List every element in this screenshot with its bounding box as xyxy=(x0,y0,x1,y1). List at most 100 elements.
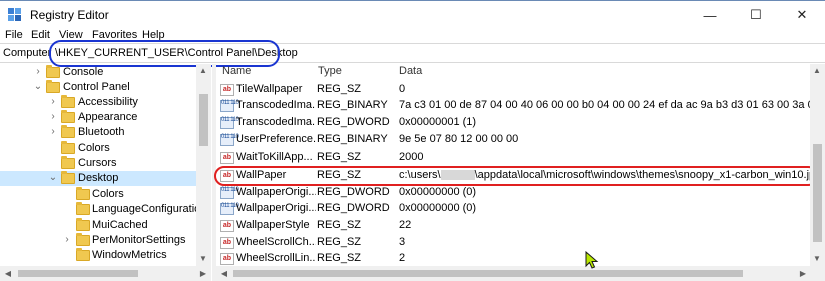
key-tree: › Console ⌄ Control Panel › Accessibilit… xyxy=(0,64,211,266)
tree-item-label: Colors xyxy=(78,142,110,154)
binary-value-icon: 011 110 xyxy=(220,187,239,199)
close-button[interactable]: ✕ xyxy=(779,1,825,29)
tree-item-label: Control Panel xyxy=(63,81,130,93)
minimize-button[interactable]: — xyxy=(687,1,733,29)
ab-icon: ab xyxy=(220,152,234,164)
value-type: REG_SZ xyxy=(317,219,362,231)
scroll-thumb[interactable] xyxy=(18,270,138,277)
scroll-up-icon[interactable]: ▲ xyxy=(196,66,210,75)
folder-icon xyxy=(61,141,75,154)
value-name: WheelScrollLin... xyxy=(236,252,316,264)
tree-item-console[interactable]: › Console xyxy=(0,65,196,80)
column-header-type[interactable]: Type xyxy=(318,65,342,77)
value-row[interactable]: ab WallpaperStyle REG_SZ 22 xyxy=(216,218,810,234)
values-list: Name Type Data ab TileWallpaper REG_SZ 0… xyxy=(216,64,825,266)
folder-icon xyxy=(76,248,90,261)
folder-icon xyxy=(46,65,60,78)
binary-value-icon: 011 110 xyxy=(220,134,239,146)
expand-icon[interactable]: › xyxy=(48,126,58,137)
value-type: REG_DWORD xyxy=(317,116,390,128)
value-data: 0x00000000 (0) xyxy=(399,186,477,198)
tree-item-cursors[interactable]: Cursors xyxy=(0,156,196,171)
title-bar: Registry Editor — ☐ ✕ xyxy=(0,0,825,28)
tree-item-label: Appearance xyxy=(78,111,138,123)
value-type: REG_BINARY xyxy=(317,99,388,111)
tree-item-label: WindowMetrics xyxy=(92,249,167,261)
expand-icon[interactable]: › xyxy=(48,111,58,122)
ab-icon: ab xyxy=(220,220,234,232)
menu-file[interactable]: File xyxy=(5,28,23,42)
annotation-circle-wallpaper xyxy=(214,166,818,186)
scroll-thumb[interactable] xyxy=(813,144,822,242)
binary-value-icon: 011 110 xyxy=(220,117,239,129)
tree-item-desktop[interactable]: ⌄ Desktop xyxy=(0,171,196,186)
value-type: REG_DWORD xyxy=(317,202,390,214)
address-prefix: Computer xyxy=(3,47,52,59)
list-vertical-scrollbar[interactable]: ▲ ▼ xyxy=(810,64,825,266)
scroll-down-icon[interactable]: ▼ xyxy=(196,254,210,263)
expand-icon[interactable]: › xyxy=(48,96,58,107)
tree-item-label: Accessibility xyxy=(78,96,138,108)
tree-item-accessibility[interactable]: › Accessibility xyxy=(0,95,196,110)
value-row[interactable]: 011 110 UserPreference... REG_BINARY 9e … xyxy=(216,132,810,148)
tree-item-muicached[interactable]: MuiCached xyxy=(0,218,196,233)
tree-vertical-scrollbar[interactable]: ▲ ▼ xyxy=(196,64,211,266)
tree-item-languageconfiguration[interactable]: LanguageConfiguration xyxy=(0,202,206,217)
value-name: UserPreference... xyxy=(236,133,316,145)
folder-icon xyxy=(61,110,75,123)
scroll-up-icon[interactable]: ▲ xyxy=(810,66,824,75)
menu-edit[interactable]: Edit xyxy=(31,28,50,42)
value-type: REG_BINARY xyxy=(317,133,388,145)
ab-icon: ab xyxy=(220,237,234,249)
list-horizontal-scrollbar[interactable]: ◀ ▶ xyxy=(216,266,825,281)
column-header-data[interactable]: Data xyxy=(399,65,422,77)
tree-item-appearance[interactable]: › Appearance xyxy=(0,110,196,125)
scroll-thumb[interactable] xyxy=(233,270,743,277)
annotation-circle-address xyxy=(49,40,280,67)
tree-item-bluetooth[interactable]: › Bluetooth xyxy=(0,125,196,140)
value-row[interactable]: 011 110 TranscodedIma... REG_BINARY 7a c… xyxy=(216,98,825,114)
scroll-right-icon[interactable]: ▶ xyxy=(796,269,810,278)
value-row[interactable]: 011 110 TranscodedIma... REG_DWORD 0x000… xyxy=(216,115,810,131)
value-type: REG_SZ xyxy=(317,83,362,95)
value-row[interactable]: ab WheelScrollLin... REG_SZ 2 xyxy=(216,251,810,266)
tree-item-desktop-colors[interactable]: Colors xyxy=(0,187,196,202)
folder-icon xyxy=(76,187,90,200)
value-row[interactable]: 011 110 WallpaperOrigi... REG_DWORD 0x00… xyxy=(216,185,810,201)
collapse-icon[interactable]: ⌄ xyxy=(33,81,43,92)
tree-item-label: Console xyxy=(63,66,104,78)
window-title: Registry Editor xyxy=(30,8,109,22)
tree-item-colors[interactable]: Colors xyxy=(0,141,196,156)
expand-icon[interactable]: › xyxy=(62,234,72,245)
folder-icon xyxy=(61,171,75,184)
value-row[interactable]: ab TileWallpaper REG_SZ 0 xyxy=(216,82,810,98)
scroll-thumb[interactable] xyxy=(199,94,208,146)
column-header-name[interactable]: Name xyxy=(222,65,251,77)
binary-value-icon: 011 110 xyxy=(220,203,239,215)
value-row[interactable]: ab WaitToKillApp... REG_SZ 2000 xyxy=(216,150,810,166)
value-name: TileWallpaper xyxy=(236,83,303,95)
value-type: REG_SZ xyxy=(317,252,362,264)
tree-item-permonitorsettings[interactable]: › PerMonitorSettings xyxy=(0,233,196,248)
maximize-button[interactable]: ☐ xyxy=(733,1,779,29)
value-row[interactable]: 011 110 WallpaperOrigi... REG_DWORD 0x00… xyxy=(216,201,810,217)
value-row[interactable]: ab WheelScrollCh... REG_SZ 3 xyxy=(216,235,810,251)
ab-icon: ab xyxy=(220,84,234,96)
tree-item-control-panel[interactable]: ⌄ Control Panel xyxy=(0,80,196,95)
mouse-cursor-icon xyxy=(585,251,599,269)
folder-icon xyxy=(61,95,75,108)
scroll-left-icon[interactable]: ◀ xyxy=(217,269,231,278)
value-data: 3 xyxy=(399,236,406,248)
value-type: REG_DWORD xyxy=(317,186,390,198)
collapse-icon[interactable]: ⌄ xyxy=(48,172,58,183)
tree-horizontal-scrollbar[interactable]: ◀ ▶ xyxy=(0,266,211,281)
scroll-right-icon[interactable]: ▶ xyxy=(196,269,210,278)
binary-value-icon: 011 110 xyxy=(220,100,239,112)
folder-icon xyxy=(76,202,90,215)
tree-item-windowmetrics[interactable]: WindowMetrics xyxy=(0,248,196,263)
scroll-down-icon[interactable]: ▼ xyxy=(810,254,824,263)
tree-item-label: MuiCached xyxy=(92,219,148,231)
expand-icon[interactable]: › xyxy=(33,66,43,77)
value-data: 0x00000000 (0) xyxy=(399,202,477,214)
scroll-left-icon[interactable]: ◀ xyxy=(1,269,15,278)
